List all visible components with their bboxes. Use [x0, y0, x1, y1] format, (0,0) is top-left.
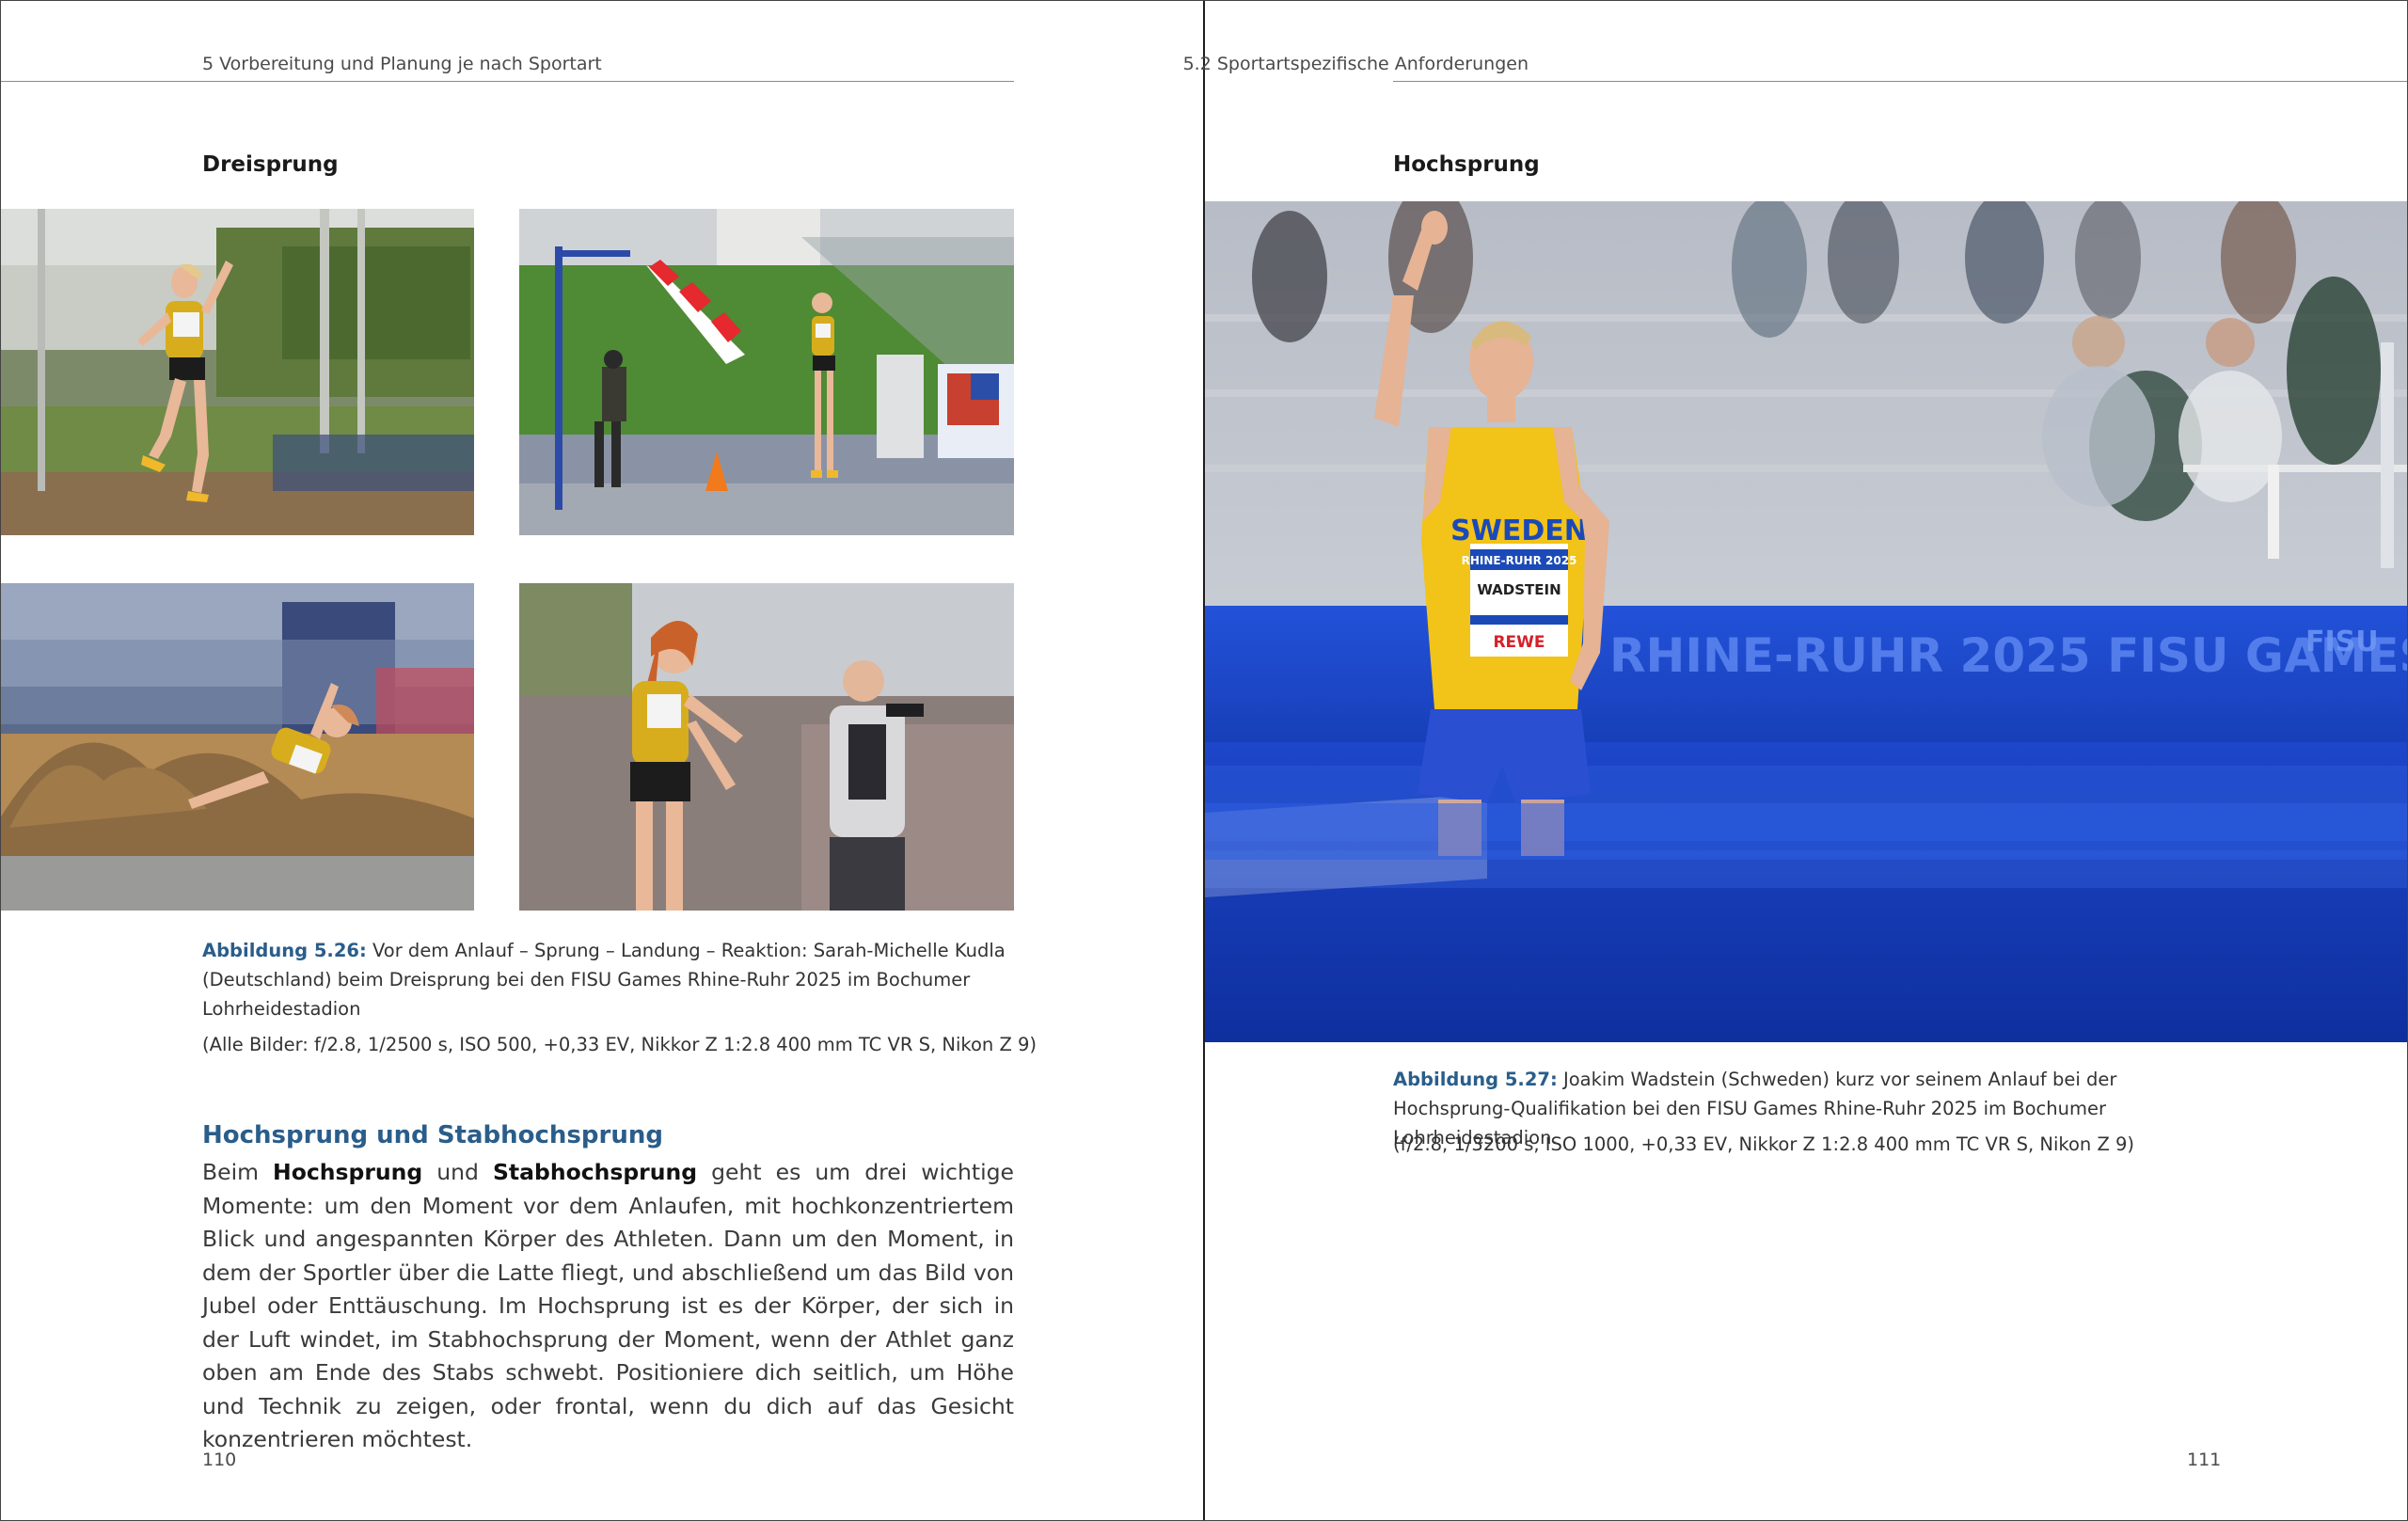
page-number-left: 110 [202, 1450, 237, 1470]
body-bold-hochsprung: Hochsprung [273, 1159, 423, 1185]
subheading-hochsprung-stabhochsprung: Hochsprung und Stabhochsprung [202, 1121, 663, 1149]
banner-text: RHINE-RUHR 2025 FISU GAMES [1609, 628, 2408, 683]
section-heading-dreisprung: Dreisprung [202, 152, 339, 177]
photo-triple-jump-landing [0, 583, 474, 911]
photo-triple-jump-reaction [519, 583, 1014, 911]
photo-triple-jump-approach [0, 209, 474, 535]
figure-exif-5-26: (Alle Bilder: f/2.8, 1/2500 s, ISO 500, … [202, 1034, 1038, 1055]
running-head-right-text: 5.2 Sportartspezifische Anforderungen [1182, 54, 1529, 74]
figure-label-5-27: Abbildung 5.27: [1393, 1069, 1558, 1090]
photo-triple-jump-runway [519, 209, 1014, 535]
body-bold-stabhochsprung: Stabhochsprung [493, 1159, 698, 1185]
figure-exif-5-27: (f/2.8, 1/3200 s, ISO 1000, +0,33 EV, Ni… [1393, 1133, 2135, 1155]
section-heading-hochsprung: Hochsprung [1393, 152, 1540, 177]
figure-label-5-26: Abbildung 5.26: [202, 940, 367, 961]
body-text-segment: geht es um drei wichtige Momente: um den… [202, 1159, 1014, 1452]
body-text-segment: Beim [202, 1159, 274, 1185]
bib-name-text: WADSTEIN [1477, 581, 1560, 598]
page-number-right: 111 [2187, 1450, 2222, 1470]
bib-event-text: RHINE-RUHR 2025 [1462, 554, 1577, 567]
header-rule-left [0, 81, 1014, 82]
body-text-segment: und [422, 1159, 493, 1185]
bib-sponsor-text: REWE [1493, 633, 1545, 652]
photo-high-jump-athlete: RHINE-RUHR 2025 FISU GAMES FISU SWEDEN R… [1205, 201, 2408, 1042]
left-page: 5 Vorbereitung und Planung je nach Sport… [0, 0, 1203, 1521]
figure-caption-5-26: Abbildung 5.26: Vor dem Anlauf – Sprung … [202, 936, 1014, 1023]
right-page: 5.2 Sportartspezifische Anforderungen Ho… [1183, 0, 2408, 1521]
banner-logo-text: FISU [2305, 626, 2379, 658]
body-paragraph: Beim Hochsprung und Stabhochsprung geht … [202, 1156, 1014, 1457]
bib-country-text: SWEDEN [1450, 515, 1588, 547]
running-head-right: 5.2 Sportartspezifische Anforderungen [452, 54, 1529, 74]
header-rule-right [1393, 81, 2408, 82]
